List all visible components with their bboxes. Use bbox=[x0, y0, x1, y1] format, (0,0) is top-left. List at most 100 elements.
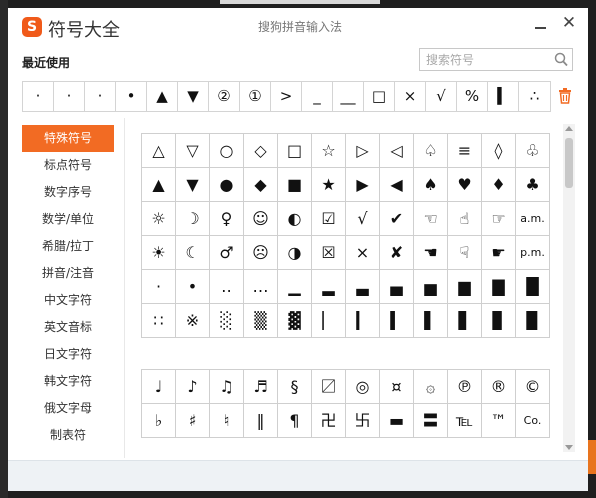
symbol-cell[interactable]: ▉ bbox=[516, 304, 550, 338]
symbol-cell[interactable]: ☆ bbox=[312, 134, 346, 168]
symbol-cell[interactable]: ♪ bbox=[176, 370, 210, 404]
symbol-cell[interactable]: ☟ bbox=[448, 236, 482, 270]
symbol-cell[interactable]: ◎ bbox=[346, 370, 380, 404]
symbol-cell[interactable]: ♫ bbox=[210, 370, 244, 404]
symbol-cell[interactable]: ★ bbox=[312, 168, 346, 202]
sidebar-category-item[interactable]: 英文音标 bbox=[22, 314, 114, 341]
symbol-cell[interactable]: ≡ bbox=[448, 134, 482, 168]
symbol-cell[interactable]: ◆ bbox=[244, 168, 278, 202]
sidebar-category-item[interactable]: 日文字符 bbox=[22, 341, 114, 368]
symbol-cell[interactable]: √ bbox=[346, 202, 380, 236]
symbol-cell[interactable]: ☚ bbox=[414, 236, 448, 270]
symbol-cell[interactable]: · bbox=[142, 270, 176, 304]
symbol-cell[interactable]: ☑ bbox=[312, 202, 346, 236]
scroll-down-icon[interactable] bbox=[565, 445, 573, 450]
symbol-cell[interactable]: a.m. bbox=[516, 202, 550, 236]
symbol-cell[interactable]: ☀ bbox=[142, 236, 176, 270]
sidebar-category-item[interactable]: 数学/单位 bbox=[22, 206, 114, 233]
symbol-cell[interactable]: ☜ bbox=[414, 202, 448, 236]
symbol-cell[interactable]: ◀ bbox=[380, 168, 414, 202]
vertical-scrollbar[interactable] bbox=[563, 124, 575, 452]
symbol-cell[interactable]: ‥ bbox=[210, 270, 244, 304]
symbol-cell[interactable]: ♥ bbox=[448, 168, 482, 202]
symbol-cell[interactable]: ▃ bbox=[346, 270, 380, 304]
sidebar-category-item[interactable]: 韩文字符 bbox=[22, 368, 114, 395]
symbol-cell[interactable]: ▶ bbox=[346, 168, 380, 202]
symbol-cell[interactable]: Co. bbox=[516, 404, 550, 438]
symbol-cell[interactable]: ¤ bbox=[380, 370, 414, 404]
symbol-cell[interactable]: ▂ bbox=[312, 270, 346, 304]
symbol-cell[interactable]: ℡ bbox=[448, 404, 482, 438]
symbol-cell[interactable]: ▌ bbox=[414, 304, 448, 338]
symbol-cell[interactable]: ♣ bbox=[516, 168, 550, 202]
close-button[interactable]: ✕ bbox=[561, 14, 577, 32]
symbol-cell[interactable]: ♮ bbox=[210, 404, 244, 438]
minimize-button[interactable] bbox=[534, 18, 548, 32]
symbol-cell[interactable]: ■ bbox=[278, 168, 312, 202]
symbol-cell[interactable]: ® bbox=[482, 370, 516, 404]
recent-symbol-cell[interactable]: > bbox=[271, 82, 302, 111]
symbol-cell[interactable]: © bbox=[516, 370, 550, 404]
symbol-cell[interactable]: ▒ bbox=[244, 304, 278, 338]
title-bar[interactable]: S 符号大全 搜狗拼音输入法 ✕ bbox=[8, 8, 588, 44]
symbol-cell[interactable]: … bbox=[244, 270, 278, 304]
recent-symbol-cell[interactable]: ① bbox=[240, 82, 271, 111]
sidebar-category-item[interactable]: 希腊/拉丁 bbox=[22, 233, 114, 260]
symbol-cell[interactable]: ◑ bbox=[278, 236, 312, 270]
symbol-cell[interactable]: • bbox=[176, 270, 210, 304]
symbol-cell[interactable]: ♯ bbox=[176, 404, 210, 438]
recent-symbol-cell[interactable]: _ bbox=[302, 82, 333, 111]
symbol-cell[interactable]: ♤ bbox=[414, 134, 448, 168]
symbol-cell[interactable]: ✔ bbox=[380, 202, 414, 236]
recent-symbol-cell[interactable]: ▍ bbox=[488, 82, 519, 111]
symbol-cell[interactable]: ▲ bbox=[142, 168, 176, 202]
symbol-cell[interactable]: ▓ bbox=[278, 304, 312, 338]
recent-symbol-cell[interactable]: ▼ bbox=[178, 82, 209, 111]
recent-symbol-cell[interactable]: · bbox=[85, 82, 116, 111]
symbol-cell[interactable]: ♧ bbox=[516, 134, 550, 168]
symbol-cell[interactable]: ¶ bbox=[278, 404, 312, 438]
scroll-thumb[interactable] bbox=[565, 138, 573, 188]
symbol-cell[interactable]: ▎ bbox=[346, 304, 380, 338]
symbol-cell[interactable]: ♭ bbox=[142, 404, 176, 438]
symbol-cell[interactable]: ∷ bbox=[142, 304, 176, 338]
search-icon[interactable] bbox=[554, 52, 568, 67]
symbol-cell[interactable]: ☺ bbox=[244, 202, 278, 236]
sidebar-category-item[interactable]: 特殊符号 bbox=[22, 125, 114, 152]
symbol-cell[interactable]: ▋ bbox=[448, 304, 482, 338]
symbol-cell[interactable]: ※ bbox=[176, 304, 210, 338]
symbol-cell[interactable]: 卐 bbox=[346, 404, 380, 438]
symbol-cell[interactable]: ™ bbox=[482, 404, 516, 438]
symbol-cell[interactable]: ☞ bbox=[482, 202, 516, 236]
sidebar-category-item[interactable]: 制表符 bbox=[22, 422, 114, 449]
recent-symbol-cell[interactable]: ② bbox=[209, 82, 240, 111]
symbol-cell[interactable]: ℗ bbox=[448, 370, 482, 404]
recent-symbol-cell[interactable]: • bbox=[116, 82, 147, 111]
symbol-cell[interactable]: ♩ bbox=[142, 370, 176, 404]
symbol-cell[interactable]: ☾ bbox=[176, 236, 210, 270]
recent-symbol-cell[interactable]: ∴ bbox=[519, 82, 550, 111]
symbol-cell[interactable]: ☛ bbox=[482, 236, 516, 270]
symbol-cell[interactable]: ▁ bbox=[278, 270, 312, 304]
symbol-cell[interactable]: ▬ bbox=[380, 404, 414, 438]
trash-icon[interactable] bbox=[558, 88, 572, 104]
recent-symbol-cell[interactable]: √ bbox=[426, 82, 457, 111]
symbol-cell[interactable]: ‖ bbox=[244, 404, 278, 438]
symbol-cell[interactable]: ♦ bbox=[482, 168, 516, 202]
sidebar-category-item[interactable]: 数字序号 bbox=[22, 179, 114, 206]
symbol-cell[interactable]: ♀ bbox=[210, 202, 244, 236]
symbol-cell[interactable]: △ bbox=[142, 134, 176, 168]
symbol-cell[interactable]: × bbox=[346, 236, 380, 270]
symbol-cell[interactable]: ▷ bbox=[346, 134, 380, 168]
symbol-cell[interactable]: ♠ bbox=[414, 168, 448, 202]
symbol-cell[interactable]: ☼ bbox=[142, 202, 176, 236]
symbol-cell[interactable]: ▆ bbox=[448, 270, 482, 304]
symbol-cell[interactable]: ○ bbox=[210, 134, 244, 168]
symbol-cell[interactable]: ◊ bbox=[482, 134, 516, 168]
symbol-cell[interactable]: ◁ bbox=[380, 134, 414, 168]
symbol-cell[interactable]: ♂ bbox=[210, 236, 244, 270]
search-input[interactable] bbox=[426, 51, 546, 68]
symbol-cell[interactable]: 〼 bbox=[312, 370, 346, 404]
sidebar-category-item[interactable]: 标点符号 bbox=[22, 152, 114, 179]
symbol-cell[interactable]: █ bbox=[516, 270, 550, 304]
